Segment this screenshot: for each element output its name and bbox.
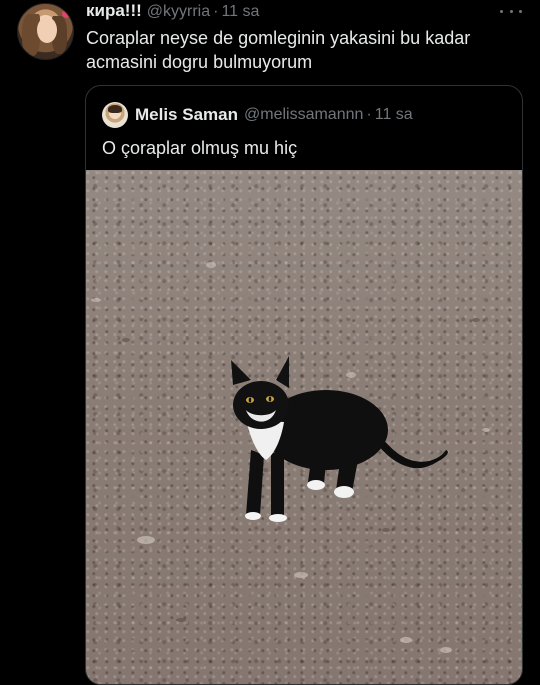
separator-dot: ·	[213, 3, 219, 20]
quoted-tweet[interactable]: Melis Saman @melissamannn · 11 sa O çora…	[85, 85, 523, 685]
quoted-display-name: Melis Saman	[135, 105, 238, 124]
avatar-face	[37, 17, 57, 43]
display-name[interactable]: кира!!!	[86, 1, 142, 21]
tweet-text: Coraplar neyse de gomleginin yakasini bu…	[86, 28, 471, 72]
quoted-timestamp: 11 sa	[374, 106, 413, 123]
quoted-photo[interactable]	[86, 170, 522, 684]
quoted-handle: @melissamannn	[244, 106, 364, 123]
quoted-separator-dot: ·	[366, 106, 372, 123]
more-dot	[500, 9, 503, 13]
more-dot	[519, 9, 522, 13]
avatar[interactable]	[17, 3, 74, 60]
cat	[231, 356, 448, 522]
quoted-tweet-header: Melis Saman @melissamannn · 11 sa	[102, 102, 413, 128]
avatar-accent	[62, 10, 70, 18]
tweet: кира!!! @kyyrria · 11 sa Coraplar neyse …	[0, 0, 540, 685]
quoted-avatar	[102, 102, 128, 128]
quoted-tweet-text: O çoraplar olmuş mu hiç	[102, 138, 298, 158]
timestamp[interactable]: 11 sa	[221, 3, 259, 21]
more-horizontal-icon[interactable]	[500, 3, 522, 19]
more-dot	[509, 9, 513, 13]
cat-illustration	[91, 262, 490, 653]
handle[interactable]: @kyyrria	[147, 3, 210, 21]
tweet-header: кира!!! @kyyrria · 11 sa	[86, 1, 259, 23]
